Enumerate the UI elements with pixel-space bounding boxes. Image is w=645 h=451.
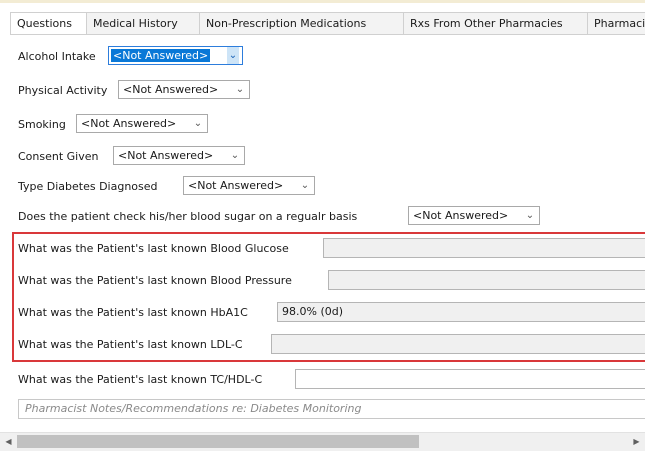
ldl-c-label: What was the Patient's last known LDL-C xyxy=(18,338,243,351)
tab-non-prescription-medications[interactable]: Non-Prescription Medications xyxy=(199,12,404,34)
sugar-check-value: <Not Answered> xyxy=(413,209,509,222)
tab-rxs-from-other-pharmacies[interactable]: Rxs From Other Pharmacies xyxy=(403,12,588,34)
type-diabetes-label: Type Diabetes Diagnosed xyxy=(18,180,158,193)
tc-hdl-c-label: What was the Patient's last known TC/HDL… xyxy=(18,373,263,386)
physical-activity-value: <Not Answered> xyxy=(123,83,219,96)
blood-pressure-label: What was the Patient's last known Blood … xyxy=(18,274,292,287)
physical-activity-row: Physical Activity <Not Answered> ⌄ xyxy=(18,80,318,102)
sugar-check-select[interactable]: <Not Answered> ⌄ xyxy=(408,206,540,225)
chevron-down-icon[interactable]: ⌄ xyxy=(192,115,204,132)
window-top-strip xyxy=(0,0,645,3)
chevron-down-icon[interactable]: ⌄ xyxy=(234,81,246,98)
sugar-check-label: Does the patient check his/her blood sug… xyxy=(18,210,358,223)
alcohol-intake-row: Alcohol Intake <Not Answered> ⌄ xyxy=(18,46,318,68)
blood-pressure-row: What was the Patient's last known Blood … xyxy=(18,270,645,292)
horizontal-scrollbar[interactable]: ◀ ▶ xyxy=(0,432,645,451)
consent-given-row: Consent Given <Not Answered> ⌄ xyxy=(18,146,298,168)
tab-pharmacist[interactable]: Pharmacis xyxy=(587,12,645,34)
scrollbar-thumb[interactable] xyxy=(17,435,419,448)
smoking-label: Smoking xyxy=(18,118,66,131)
triangle-left-icon[interactable]: ◀ xyxy=(0,433,17,451)
blood-glucose-field[interactable] xyxy=(323,238,645,258)
smoking-row: Smoking <Not Answered> ⌄ xyxy=(18,114,268,136)
ldl-c-field[interactable] xyxy=(271,334,645,354)
type-diabetes-row: Type Diabetes Diagnosed <Not Answered> ⌄ xyxy=(18,176,338,198)
blood-pressure-field[interactable] xyxy=(328,270,645,290)
hba1c-row: What was the Patient's last known HbA1C … xyxy=(18,302,645,324)
chevron-down-icon[interactable]: ⌄ xyxy=(299,177,311,194)
smoking-select[interactable]: <Not Answered> ⌄ xyxy=(76,114,208,133)
alcohol-intake-value: <Not Answered> xyxy=(111,49,211,62)
hba1c-field[interactable]: 98.0% (0d) xyxy=(277,302,645,322)
tab-questions[interactable]: Questions xyxy=(10,12,87,34)
tc-hdl-c-row: What was the Patient's last known TC/HDL… xyxy=(18,369,645,391)
alcohol-intake-label: Alcohol Intake xyxy=(18,50,96,63)
chevron-down-icon[interactable]: ⌄ xyxy=(524,207,536,224)
tab-medical-history[interactable]: Medical History xyxy=(86,12,200,34)
consent-given-label: Consent Given xyxy=(18,150,99,163)
physical-activity-select[interactable]: <Not Answered> ⌄ xyxy=(118,80,250,99)
consent-given-select[interactable]: <Not Answered> ⌄ xyxy=(113,146,245,165)
tab-bar: Questions Medical History Non-Prescripti… xyxy=(10,12,645,35)
type-diabetes-select[interactable]: <Not Answered> ⌄ xyxy=(183,176,315,195)
chevron-down-icon[interactable]: ⌄ xyxy=(229,147,241,164)
type-diabetes-value: <Not Answered> xyxy=(188,179,284,192)
physical-activity-label: Physical Activity xyxy=(18,84,108,97)
hba1c-label: What was the Patient's last known HbA1C xyxy=(18,306,248,319)
ldl-c-row: What was the Patient's last known LDL-C xyxy=(18,334,645,356)
blood-glucose-row: What was the Patient's last known Blood … xyxy=(18,238,645,260)
alcohol-intake-select[interactable]: <Not Answered> ⌄ xyxy=(108,46,243,65)
smoking-value: <Not Answered> xyxy=(81,117,177,130)
sugar-check-row: Does the patient check his/her blood sug… xyxy=(18,206,578,228)
triangle-right-icon[interactable]: ▶ xyxy=(628,433,645,451)
blood-glucose-label: What was the Patient's last known Blood … xyxy=(18,242,289,255)
consent-given-value: <Not Answered> xyxy=(118,149,214,162)
chevron-down-icon[interactable]: ⌄ xyxy=(227,47,239,64)
tc-hdl-c-field[interactable] xyxy=(295,369,645,389)
pharmacist-notes-field[interactable]: Pharmacist Notes/Recommendations re: Dia… xyxy=(18,399,645,419)
